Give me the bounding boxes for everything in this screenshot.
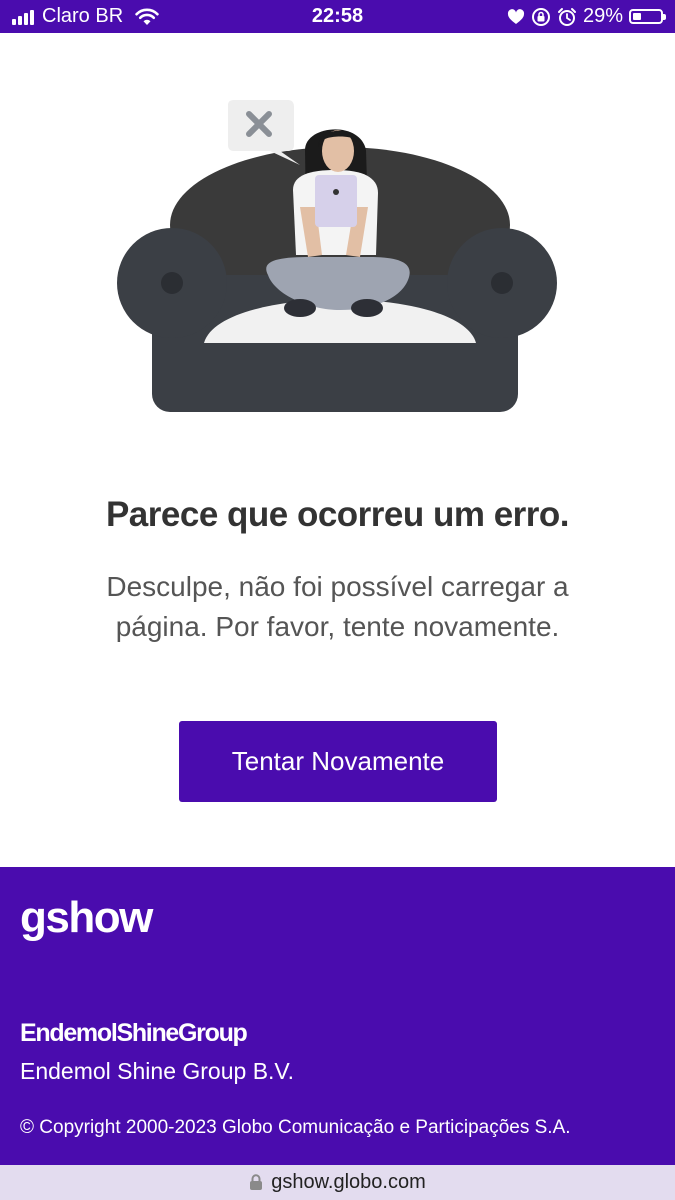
url-text: gshow.globo.com [271, 1171, 426, 1193]
endemol-shine-group-logo: EndemolShineGroup [20, 1019, 248, 1047]
tablet [315, 175, 357, 227]
error-illustration [117, 100, 557, 412]
heart-icon [507, 8, 525, 24]
screen-lock-icon [531, 7, 550, 26]
error-message: Desculpe, não foi possível carregar a pá… [106, 571, 569, 642]
partner-name: Endemol Shine Group B.V. [20, 1058, 295, 1084]
footer: gshow EndemolShineGroup Endemol Shine Gr… [0, 867, 675, 1165]
copyright-text: © Copyright 2000-2023 Globo Comunicação … [20, 1117, 571, 1138]
retry-button[interactable]: Tentar Novamente [179, 721, 497, 802]
url-bar[interactable]: gshow.globo.com [0, 1165, 675, 1200]
status-bar: Claro BR 22:58 29% [0, 0, 675, 33]
battery-percent: 29% [582, 5, 623, 27]
lock-icon [250, 1174, 263, 1190]
status-right: 29% [507, 0, 666, 33]
alarm-icon [557, 7, 576, 26]
error-title: Parece que ocorreu um erro. [105, 495, 570, 534]
gshow-logo[interactable]: gshow [20, 893, 153, 943]
battery-icon [629, 9, 666, 24]
